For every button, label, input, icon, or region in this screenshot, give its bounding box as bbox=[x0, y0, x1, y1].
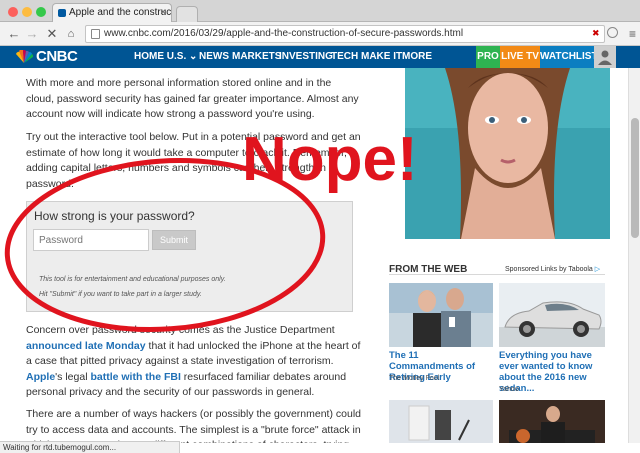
stop-icon[interactable]: ✕ bbox=[44, 25, 60, 43]
scrollbar-thumb[interactable] bbox=[631, 118, 639, 238]
nav-news[interactable]: NEWS bbox=[199, 46, 229, 68]
submit-button[interactable]: Submit bbox=[152, 230, 196, 250]
article-paragraph-2: Try out the interactive tool below. Put … bbox=[26, 131, 361, 190]
card-source-2: Yahoo bbox=[499, 386, 519, 393]
watchlist-button[interactable]: WATCHLIST bbox=[540, 46, 598, 68]
site-nav: CNBC HOME U.S. ⌄ NEWS MARKETS INVESTING … bbox=[0, 46, 640, 68]
cnbc-wordmark: CNBC bbox=[36, 48, 78, 65]
url-text: www.cnbc.com/2016/03/29/apple-and-the-co… bbox=[104, 28, 464, 39]
page-content: With more and more personal information … bbox=[0, 68, 640, 443]
forward-icon[interactable]: → bbox=[24, 25, 40, 43]
back-icon[interactable]: ← bbox=[6, 25, 22, 43]
article-paragraph-3: Concern over password security comes as … bbox=[26, 324, 361, 398]
close-tab-icon[interactable]: × bbox=[160, 4, 166, 22]
maximize-window-icon[interactable] bbox=[36, 7, 46, 17]
sidebar-divider bbox=[389, 274, 605, 275]
nav-more[interactable]: MORE bbox=[402, 46, 432, 68]
new-tab-button[interactable] bbox=[176, 6, 198, 22]
address-bar[interactable]: www.cnbc.com/2016/03/29/apple-and-the-co… bbox=[85, 25, 605, 43]
announced-link[interactable]: announced late Monday bbox=[26, 340, 146, 352]
hockey-image[interactable] bbox=[389, 400, 493, 443]
blocker-extension-icon[interactable]: ✖ bbox=[592, 28, 602, 38]
card-source-1: The Motley Fool bbox=[389, 375, 440, 382]
cnbc-favicon-icon bbox=[58, 9, 66, 17]
live-tv-button[interactable]: LIVE TV bbox=[500, 46, 540, 68]
widget-disclaimer-2: Hit "Submit" if you want to take part in… bbox=[39, 291, 202, 298]
man-in-suit-image[interactable] bbox=[499, 400, 605, 443]
nav-tech[interactable]: TECH bbox=[331, 46, 358, 68]
widget-disclaimer-1: This tool is for entertainment and educa… bbox=[39, 276, 226, 283]
home-icon[interactable]: ⌂ bbox=[63, 25, 79, 43]
peacock-icon bbox=[16, 50, 34, 63]
user-icon bbox=[598, 50, 612, 65]
sedan-image[interactable] bbox=[499, 283, 605, 347]
nav-investing[interactable]: INVESTING bbox=[279, 46, 333, 68]
nav-home-us[interactable]: HOME U.S. ⌄ bbox=[134, 46, 197, 68]
nav-markets[interactable]: MARKETS bbox=[232, 46, 281, 68]
tab-bar: Apple and the construction × bbox=[0, 0, 640, 22]
apple-link[interactable]: Apple bbox=[26, 371, 55, 383]
minimize-window-icon[interactable] bbox=[22, 7, 32, 17]
browser-toolbar: ← → ✕ ⌂ www.cnbc.com/2016/03/29/apple-an… bbox=[0, 22, 640, 46]
status-bar: Waiting for rtd.tubemogul.com... bbox=[0, 441, 180, 453]
widget-title: How strong is your password? bbox=[34, 209, 195, 223]
article-paragraph-4: There are a number of ways hackers (or p… bbox=[26, 408, 361, 443]
page-scrollbar[interactable] bbox=[628, 68, 640, 443]
user-account-button[interactable] bbox=[594, 46, 616, 68]
browser-tab[interactable]: Apple and the construction × bbox=[52, 3, 172, 22]
password-strength-widget: How strong is your password? Submit This… bbox=[26, 201, 353, 312]
retirement-couple-image[interactable] bbox=[389, 283, 493, 347]
nav-make-it[interactable]: MAKE IT bbox=[361, 46, 402, 68]
taboola-icon: ▷ bbox=[594, 266, 601, 273]
extension-icon[interactable] bbox=[607, 27, 618, 38]
page-icon bbox=[91, 29, 100, 39]
fbi-battle-link[interactable]: battle with the FBI bbox=[90, 371, 180, 383]
sponsored-label[interactable]: Sponsored Links by Taboola ▷ bbox=[505, 265, 600, 273]
password-input[interactable] bbox=[33, 229, 149, 251]
close-window-icon[interactable] bbox=[8, 7, 18, 17]
menu-icon[interactable]: ≡ bbox=[629, 26, 636, 42]
portrait-image bbox=[405, 68, 610, 239]
article-paragraph-1: With more and more personal information … bbox=[26, 77, 359, 120]
tab-title: Apple and the construction bbox=[69, 7, 172, 18]
pro-button[interactable]: PRO bbox=[476, 46, 500, 68]
